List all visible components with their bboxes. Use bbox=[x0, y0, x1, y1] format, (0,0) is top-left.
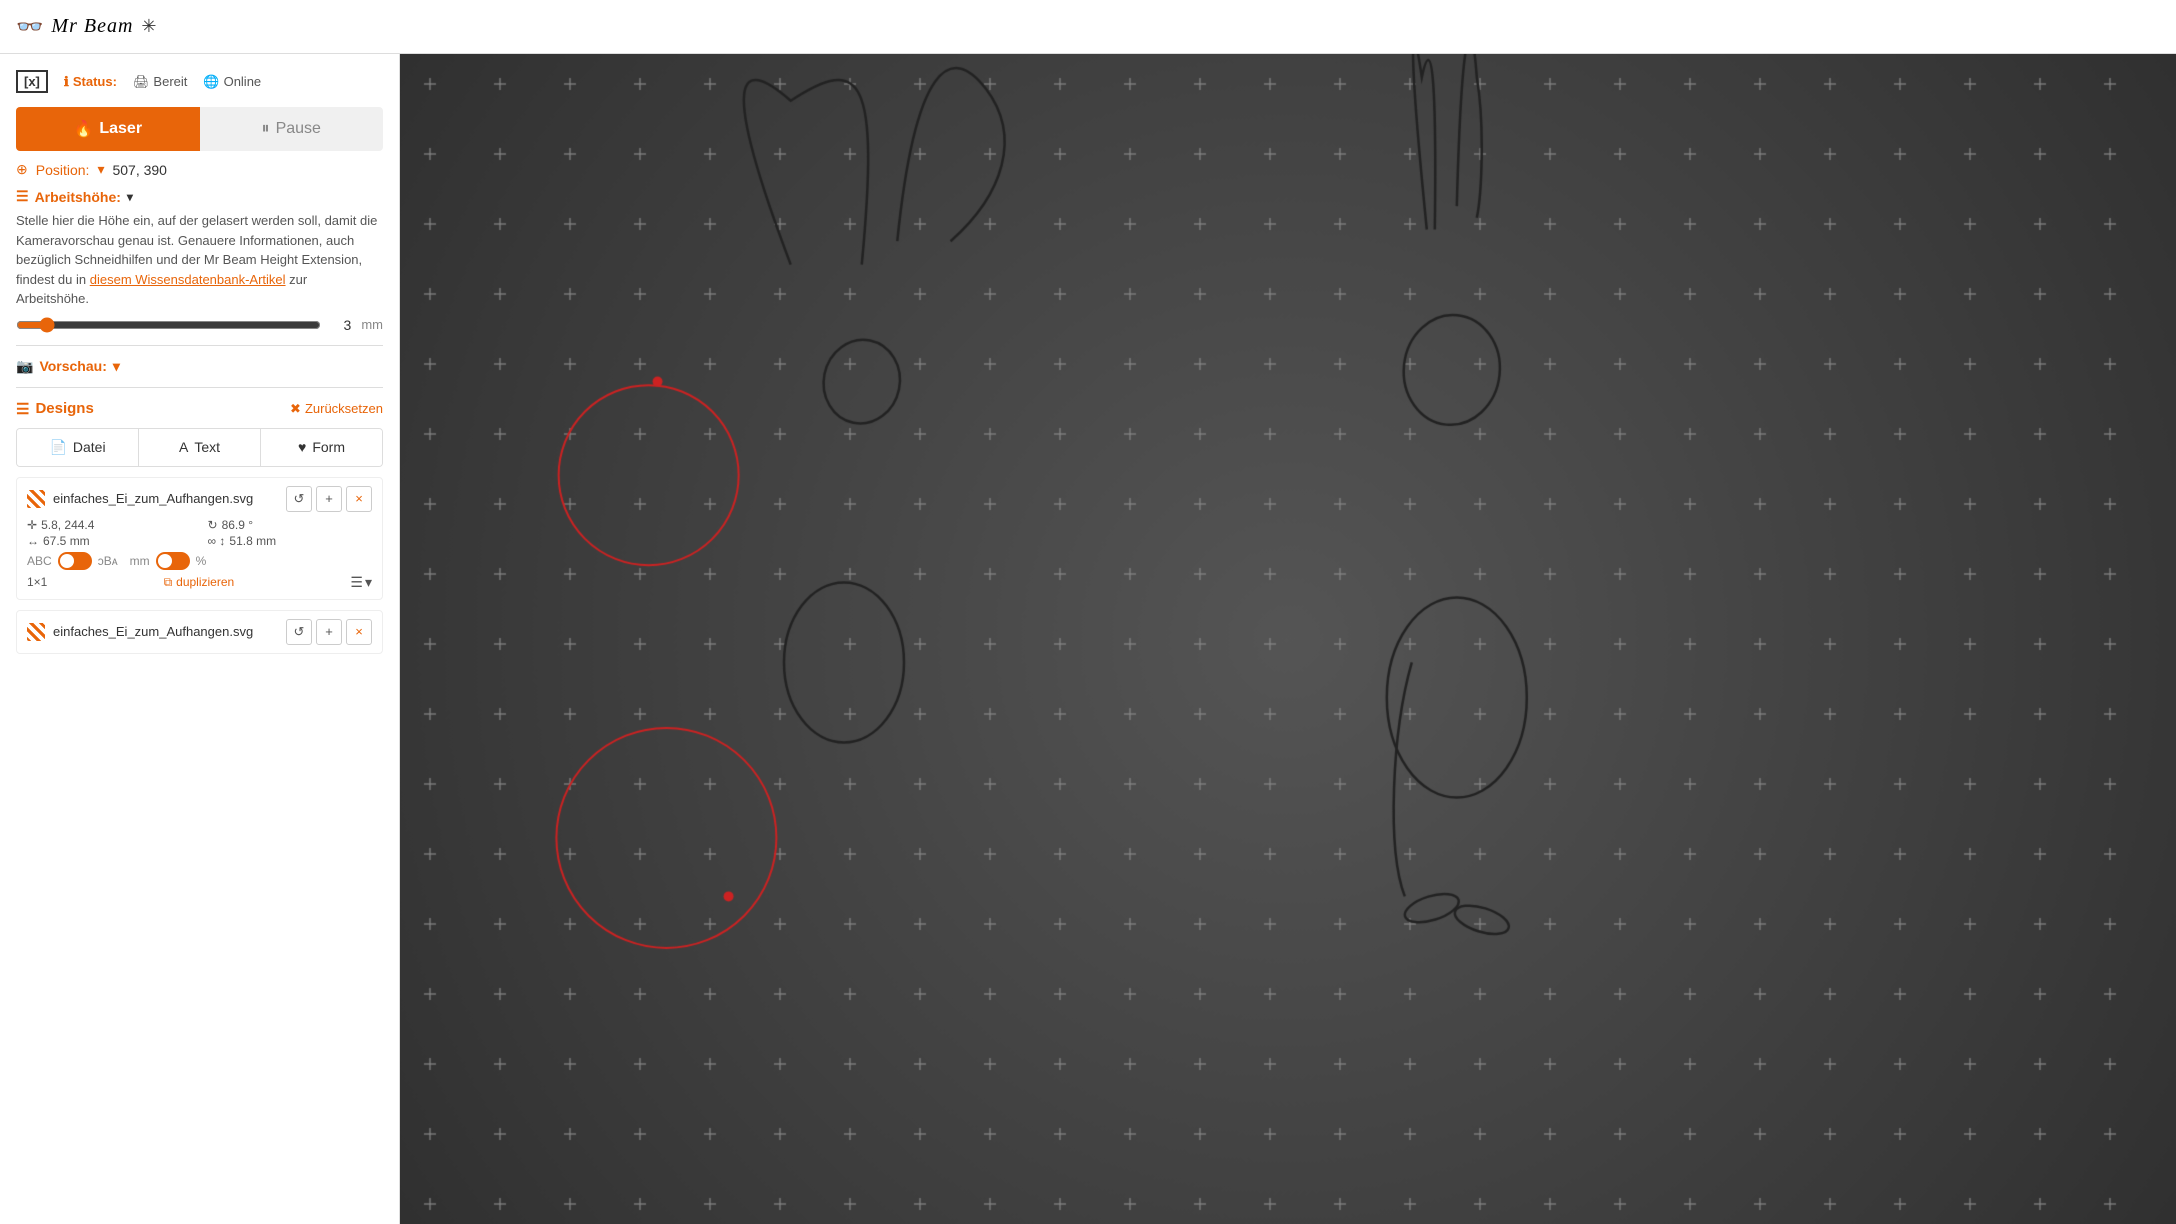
height-value: 3 bbox=[331, 317, 351, 333]
add-button-1[interactable]: + bbox=[316, 486, 342, 512]
divider-1 bbox=[16, 345, 383, 346]
rotation-icon-1: ↻ bbox=[208, 518, 218, 532]
file-name-2: einfaches_Ei_zum_Aufhangen.svg bbox=[53, 624, 253, 639]
logo-star-icon: ✳ bbox=[141, 16, 156, 37]
designs-title: ☰ Designs bbox=[16, 400, 94, 418]
wiki-link[interactable]: diesem Wissensdatenbank-Artikel bbox=[90, 272, 286, 287]
main-layout: [x] ℹ Status: 🖨 Bereit 🌐 Online 🔥 Laser … bbox=[0, 54, 2176, 1224]
laser-button[interactable]: 🔥 Laser bbox=[16, 107, 200, 151]
undo-button-2[interactable]: ↺ bbox=[286, 619, 312, 645]
flame-icon: 🔥 bbox=[73, 119, 93, 139]
file-name-row-2: einfaches_Ei_zum_Aufhangen.svg bbox=[27, 623, 253, 641]
heart-icon: ♥ bbox=[298, 439, 306, 455]
text-icon: A bbox=[179, 439, 188, 455]
tab-row: 📄 Datei A Text ♥ Form bbox=[16, 428, 383, 467]
duplicate-button-1[interactable]: ⧉ duplizieren bbox=[164, 575, 235, 590]
bereit-status: 🖨 Bereit bbox=[133, 74, 187, 90]
unit-right-label-1: % bbox=[196, 554, 207, 568]
divider-2 bbox=[16, 387, 383, 388]
position-label: Position: bbox=[36, 162, 90, 178]
close-button[interactable]: [x] bbox=[16, 70, 48, 93]
add-button-2[interactable]: + bbox=[316, 619, 342, 645]
arbeitshohe-section: ☰ Arbeitshöhe: ▾ Stelle hier die Höhe ei… bbox=[16, 188, 383, 333]
file-rotation-1: ↻ 86.9 ° bbox=[208, 518, 373, 532]
printer-icon: 🖨 bbox=[133, 74, 150, 90]
rows-icon-2: ☰ bbox=[16, 400, 29, 418]
unit-left-label-1: mm bbox=[130, 554, 150, 568]
file-item-2-header: einfaches_Ei_zum_Aufhangen.svg ↺ + × bbox=[27, 619, 372, 645]
file-height-1: ∞ ↕ 51.8 mm bbox=[208, 534, 373, 548]
file-item-1-header: einfaches_Ei_zum_Aufhangen.svg ↺ + × bbox=[27, 486, 372, 512]
file-meta-1: ✛ 5.8, 244.4 ↻ 86.9 ° ↔ 67.5 mm ∞ ↕ 51.8… bbox=[27, 518, 372, 548]
file-name-row-1: einfaches_Ei_zum_Aufhangen.svg bbox=[27, 490, 253, 508]
copy-icon-1: ⧉ bbox=[164, 575, 173, 590]
height-unit: mm bbox=[361, 317, 383, 332]
unit-toggle-1[interactable] bbox=[156, 552, 190, 570]
status-label: ℹ Status: bbox=[64, 74, 117, 90]
height-slider[interactable] bbox=[16, 317, 321, 333]
chevron-down-icon: ▾ bbox=[113, 358, 120, 375]
file-actions-2: ↺ + × bbox=[286, 619, 372, 645]
delete-button-2[interactable]: × bbox=[346, 619, 372, 645]
tab-form[interactable]: ♥ Form bbox=[261, 429, 382, 466]
file-item-1: einfaches_Ei_zum_Aufhangen.svg ↺ + × ✛ 5… bbox=[16, 477, 383, 600]
arbeitshohe-header[interactable]: ☰ Arbeitshöhe: ▾ bbox=[16, 188, 383, 205]
file-icon: 📄 bbox=[49, 439, 66, 456]
tab-text[interactable]: A Text bbox=[139, 429, 261, 466]
width-icon-1: ↔ bbox=[27, 534, 39, 548]
online-status: 🌐 Online bbox=[203, 74, 261, 90]
height-icon-1: ∞ ↕ bbox=[208, 534, 226, 548]
pause-button[interactable]: ⏸ Pause bbox=[200, 107, 384, 151]
left-panel: [x] ℹ Status: 🖨 Bereit 🌐 Online 🔥 Laser … bbox=[0, 54, 400, 1224]
file-width-1: ↔ 67.5 mm bbox=[27, 534, 192, 548]
abc-left-label-1: ABC bbox=[27, 554, 52, 568]
unit-toggle-group-1: mm % bbox=[130, 552, 207, 570]
file-position-1: ✛ 5.8, 244.4 bbox=[27, 518, 192, 532]
reset-icon: ✖ bbox=[290, 401, 301, 417]
undo-button-1[interactable]: ↺ bbox=[286, 486, 312, 512]
logo-glasses-icon: 👓 bbox=[16, 14, 43, 40]
file-toggles-1: ABC ɔBᴀ mm % bbox=[27, 552, 372, 570]
vorschau-row[interactable]: 📷 Vorschau: ▾ bbox=[16, 358, 383, 375]
file-actions-1: ↺ + × bbox=[286, 486, 372, 512]
abc-right-label-1: ɔBᴀ bbox=[98, 554, 118, 568]
file-stripe-icon-2 bbox=[27, 623, 45, 641]
delete-button-1[interactable]: × bbox=[346, 486, 372, 512]
abc-toggle-1[interactable] bbox=[58, 552, 92, 570]
globe-icon: 🌐 bbox=[203, 74, 219, 90]
move-icon-1: ✛ bbox=[27, 518, 37, 532]
menu-chevron-1: ▾ bbox=[365, 574, 372, 591]
height-slider-row: 3 mm bbox=[16, 317, 383, 333]
chevron-down-icon: ▾ bbox=[127, 190, 133, 204]
pause-icon: ⏸ bbox=[262, 120, 270, 138]
file-item-2: einfaches_Ei_zum_Aufhangen.svg ↺ + × bbox=[16, 610, 383, 654]
chevron-icon: ▾ bbox=[97, 161, 104, 178]
arbeitshohe-description: Stelle hier die Höhe ein, auf der gelase… bbox=[16, 211, 383, 309]
action-buttons: 🔥 Laser ⏸ Pause bbox=[16, 107, 383, 151]
file-stripe-icon-1 bbox=[27, 490, 45, 508]
info-icon: ℹ bbox=[64, 74, 69, 90]
file-name-1: einfaches_Ei_zum_Aufhangen.svg bbox=[53, 491, 253, 506]
camera-canvas bbox=[400, 54, 2176, 1224]
right-panel bbox=[400, 54, 2176, 1224]
abc-toggle-group-1: ABC ɔBᴀ bbox=[27, 552, 118, 570]
grid-label-1: 1×1 bbox=[27, 575, 47, 589]
status-bar: [x] ℹ Status: 🖨 Bereit 🌐 Online bbox=[16, 66, 383, 97]
menu-button-1[interactable]: ☰ ▾ bbox=[350, 574, 372, 591]
camera-icon: 📷 bbox=[16, 358, 33, 375]
reset-button[interactable]: ✖ Zurücksetzen bbox=[290, 401, 383, 417]
logo-text: Mr Beam bbox=[51, 15, 133, 38]
rows-icon: ☰ bbox=[16, 188, 29, 205]
position-coords: 507, 390 bbox=[112, 162, 167, 178]
tab-datei[interactable]: 📄 Datei bbox=[17, 429, 139, 466]
position-row: ⊕ Position: ▾ 507, 390 bbox=[16, 161, 383, 178]
menu-icon-1: ☰ bbox=[350, 574, 363, 591]
app-header: 👓 Mr Beam ✳ bbox=[0, 0, 2176, 54]
crosshair-icon: ⊕ bbox=[16, 161, 28, 178]
file-bottom-row-1: 1×1 ⧉ duplizieren ☰ ▾ bbox=[27, 574, 372, 591]
designs-header: ☰ Designs ✖ Zurücksetzen bbox=[16, 400, 383, 418]
logo-area: 👓 Mr Beam ✳ bbox=[16, 14, 156, 40]
